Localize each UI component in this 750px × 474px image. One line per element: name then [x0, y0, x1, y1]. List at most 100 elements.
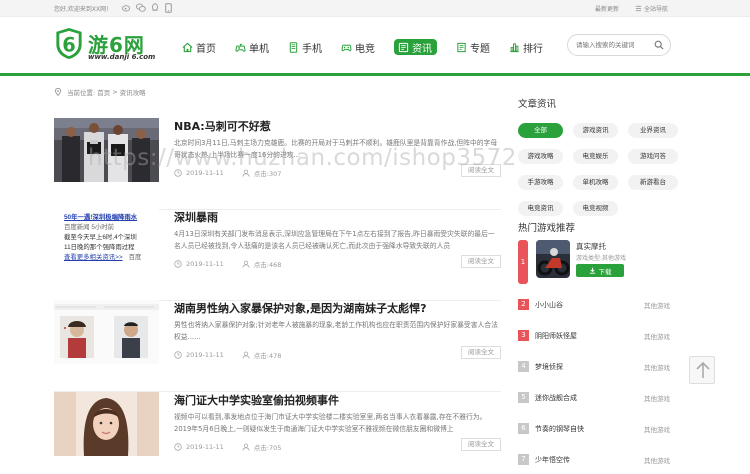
tag-esports-fun[interactable]: 电竞娱乐 — [573, 149, 618, 164]
qq-icon[interactable] — [150, 3, 159, 13]
tag-new-games[interactable]: 新游看台 — [628, 175, 678, 190]
article-title[interactable]: NBA:马刺可不好惹 — [174, 118, 271, 134]
article-date: 2019-11-11 — [186, 443, 224, 451]
article-desc: 视频中可以看到,事发地点位于海门市证大中学实验楼二楼实验室里,两名当事人衣着暴露… — [174, 413, 487, 433]
header-divider — [0, 73, 750, 76]
breadcrumb-prefix: 当前位置: — [67, 89, 96, 97]
hot-game-item[interactable]: 3 阴阳师妖怪屋 其他游戏 — [518, 329, 678, 343]
thumb-source: 百度新闻 5小时前 — [64, 224, 115, 231]
game-type: 游戏类型:其他游戏 — [576, 255, 627, 262]
article-item: 湖南男性纳入家暴保护对象,是因为湖南妹子太彪悍? 男性也将纳入家暴保护对象;针对… — [54, 300, 501, 392]
tag-single-guide[interactable]: 单机攻略 — [573, 175, 618, 190]
article-title[interactable]: 深圳暴雨 — [174, 209, 218, 225]
article-meta: 2019-11-11 点击:307 — [174, 168, 281, 178]
read-more-button[interactable]: 阅读全文 — [461, 438, 501, 451]
search-icon[interactable] — [654, 40, 664, 50]
tag-all[interactable]: 全部 — [518, 123, 563, 138]
nav-rank[interactable]: 排行 — [509, 39, 543, 55]
article-thumbnail-couple[interactable] — [54, 300, 159, 364]
arrow-up-icon — [696, 361, 710, 378]
search-box — [567, 34, 671, 56]
nav-home[interactable]: 首页 — [182, 39, 216, 55]
user-icon — [242, 260, 250, 268]
nav-mobile[interactable]: 手机 — [288, 39, 322, 55]
site-nav-label: 全站导航 — [643, 6, 668, 13]
thumb-more-link: 查看更多相关资讯>> — [64, 254, 123, 261]
tag-mobile-guide[interactable]: 手游攻略 — [518, 175, 563, 190]
game-name[interactable]: 真实摩托 — [576, 241, 606, 252]
breadcrumb: 当前位置: 首页 > 资讯攻略 — [54, 87, 146, 97]
tag-esports-video[interactable]: 电竞视频 — [573, 201, 618, 216]
read-more-button[interactable]: 阅读全文 — [461, 164, 501, 177]
nav-esports[interactable]: 电竞 — [341, 39, 375, 55]
game-name[interactable]: 少年悟空传 — [535, 455, 570, 465]
article-thumbnail-portrait[interactable] — [54, 392, 159, 456]
logo-shield-icon: 6 — [56, 27, 82, 60]
thumb-line: 11日晚的那个强降雨过程 — [64, 244, 135, 251]
latest-update-link[interactable]: 最新更新 — [595, 4, 619, 13]
article-date: 2019-11-11 — [186, 351, 224, 359]
controller-icon — [341, 44, 352, 51]
nav-mobile-label: 手机 — [302, 43, 322, 55]
game-name[interactable]: 迷你战舰合成 — [535, 393, 577, 403]
tag-esports-news[interactable]: 电竞资讯 — [518, 201, 563, 216]
breadcrumb-separator: > — [112, 88, 118, 96]
article-thumbnail-news-screenshot[interactable]: 50年一遇!深圳极端降雨水 百度新闻 5小时前 截至今天早上6时,4个深圳 11… — [54, 209, 159, 273]
site-nav-link[interactable]: 全站导航 — [635, 4, 668, 13]
nav-topic[interactable]: 专题 — [456, 39, 490, 55]
hot-game-item[interactable]: 5 迷你战舰合成 其他游戏 — [518, 391, 678, 405]
nav-news[interactable]: 资讯 — [394, 39, 437, 55]
hot-game-item[interactable]: 4 梦境侦探 其他游戏 — [518, 360, 678, 374]
rank-badge: 1 — [518, 240, 528, 284]
thumb-line: 截至今天早上6时,4个深圳 — [64, 234, 137, 241]
article-title[interactable]: 海门证大中学实验室偷拍视频事件 — [174, 392, 339, 408]
nav-topic-label: 专题 — [470, 43, 490, 55]
read-more-button[interactable]: 阅读全文 — [461, 346, 501, 359]
game-name[interactable]: 节奏的钢琴自快 — [535, 424, 584, 434]
weibo-icon[interactable] — [122, 3, 131, 13]
article-clicks: 点击:705 — [253, 444, 282, 452]
nav-home-label: 首页 — [196, 43, 216, 55]
hot-game-item[interactable]: 2 小小山谷 其他游戏 — [518, 298, 678, 312]
game-thumbnail-motorbike[interactable] — [536, 240, 570, 278]
download-button[interactable]: 下载 — [576, 264, 624, 277]
welcome-text: 您好,欢迎来到XX网! — [54, 6, 109, 13]
article-title[interactable]: 湖南男性纳入家暴保护对象,是因为湖南妹子太彪悍? — [174, 300, 427, 316]
site-logo[interactable]: 6 游6网 www.danji 6.com — [54, 27, 164, 67]
game-name[interactable]: 梦境侦探 — [535, 362, 563, 372]
logo-url: www.danji 6.com — [88, 53, 156, 61]
read-more-button[interactable]: 阅读全文 — [461, 255, 501, 268]
nav-single[interactable]: 单机 — [235, 39, 269, 55]
rank-badge: 3 — [518, 330, 529, 341]
tag-game-news[interactable]: 游戏资讯 — [573, 123, 618, 138]
clock-icon — [174, 351, 182, 359]
hot-game-item[interactable]: 7 少年悟空传 其他游戏 — [518, 453, 678, 467]
tag-game-qa[interactable]: 游戏问答 — [628, 149, 678, 164]
article-clicks: 点击:478 — [253, 352, 282, 360]
wechat-icon[interactable] — [136, 3, 146, 13]
tag-game-guide[interactable]: 游戏攻略 — [518, 149, 563, 164]
phone-icon[interactable] — [164, 3, 173, 13]
article-meta: 2019-11-11 点击:705 — [174, 442, 281, 452]
news-section-title: 文章资讯 — [518, 99, 557, 110]
game-name[interactable]: 阴阳师妖怪屋 — [535, 331, 577, 341]
breadcrumb-home[interactable]: 首页 — [97, 87, 110, 97]
clock-icon — [174, 169, 182, 177]
article-clicks: 点击:307 — [253, 170, 282, 178]
article-desc: 4月13日深圳有关部门发布消息表示,深圳应急管理局在下午1点左右接到了报告,昨日… — [174, 230, 495, 250]
game-type: 其他游戏 — [644, 395, 670, 403]
back-to-top-button[interactable] — [689, 356, 715, 384]
breadcrumb-current[interactable]: 资讯攻略 — [120, 87, 146, 97]
tag-industry-news[interactable]: 业界资讯 — [628, 123, 678, 138]
article-meta: 2019-11-11 点击:478 — [174, 350, 281, 360]
article-item: NBA:马刺可不好惹 北京时间3月11日,马刺主场力克雄鹿。比赛的开局对于马刺并… — [54, 118, 501, 210]
hot-games-title: 热门游戏推荐 — [518, 223, 576, 234]
search-input[interactable] — [576, 39, 656, 51]
location-pin-icon — [54, 88, 62, 96]
top-social-icons — [122, 3, 173, 13]
hot-game-item[interactable]: 6 节奏的钢琴自快 其他游戏 — [518, 422, 678, 436]
game-name[interactable]: 小小山谷 — [535, 300, 563, 310]
clock-icon — [174, 443, 182, 451]
article-thumbnail-basketball[interactable] — [54, 118, 159, 182]
topic-icon — [457, 42, 466, 52]
